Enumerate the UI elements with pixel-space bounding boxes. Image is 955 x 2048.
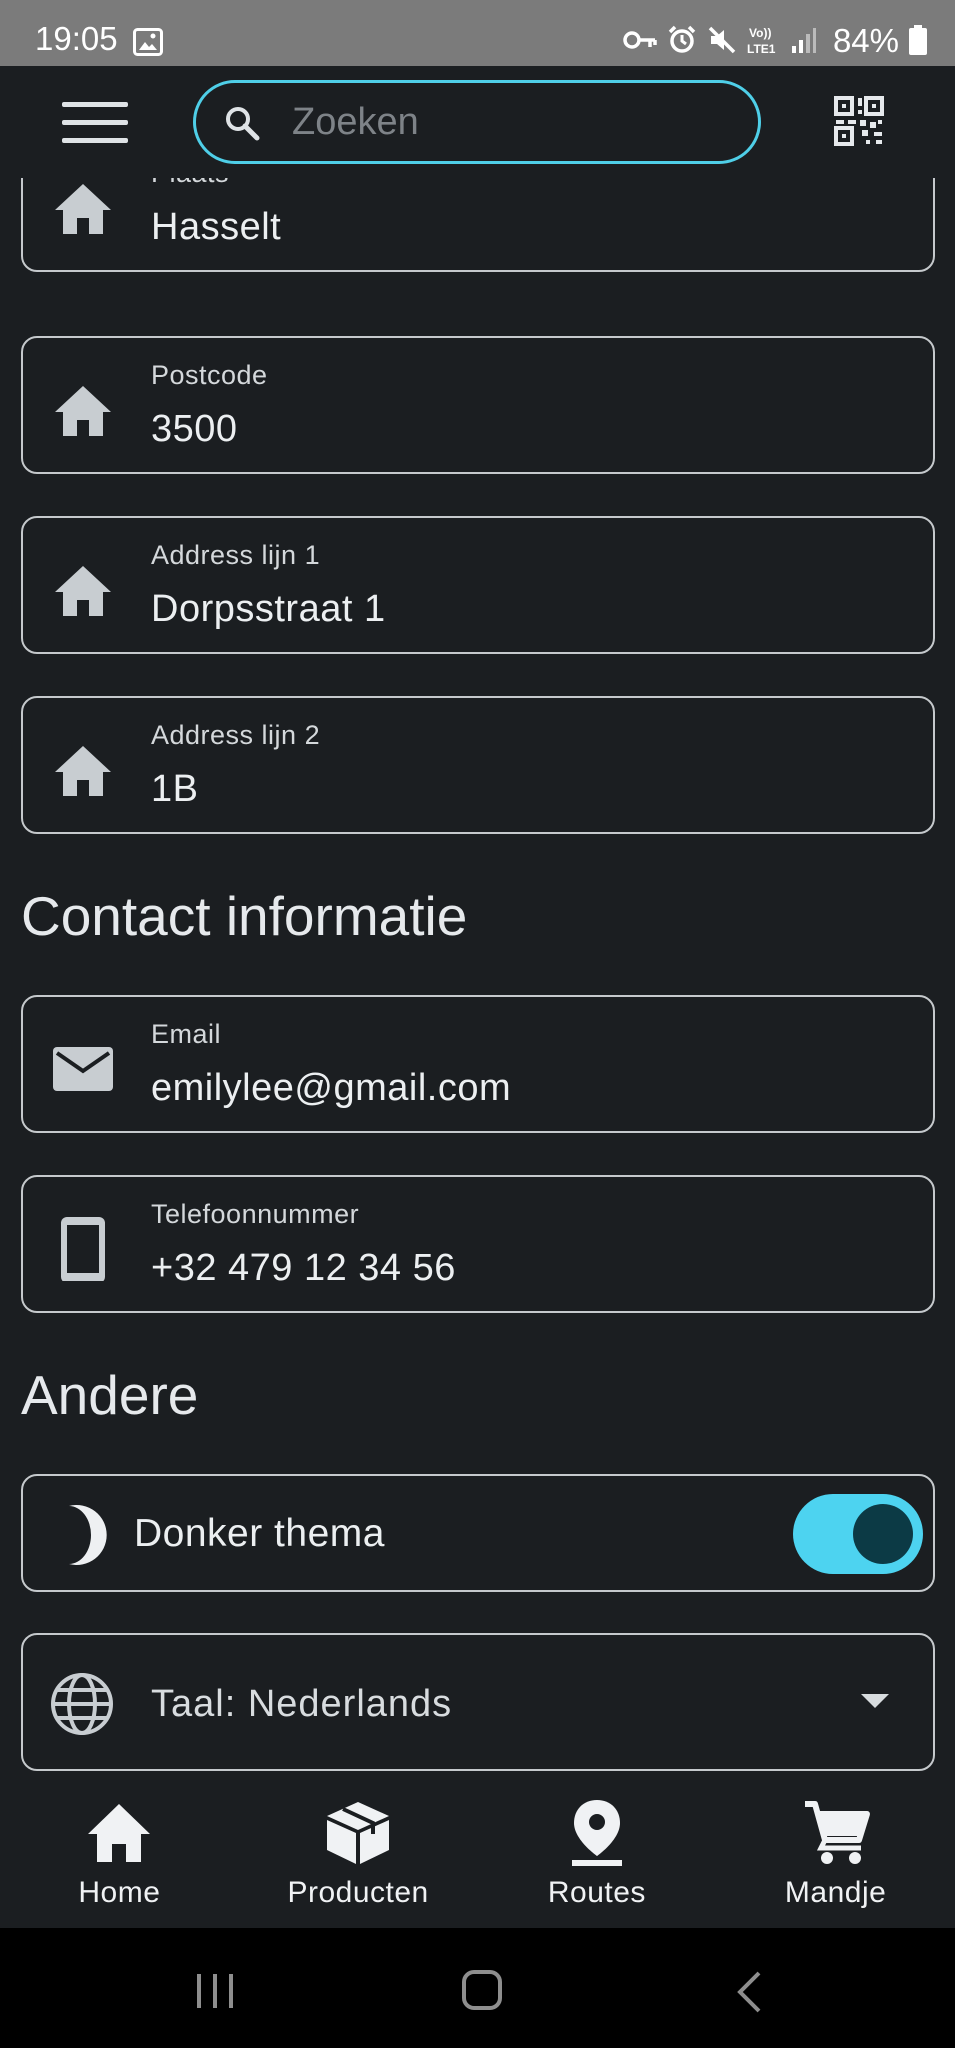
field-telefoonnummer[interactable]: Telefoonnummer +32 479 12 34 56 <box>21 1175 935 1313</box>
section-title-contact: Contact informatie <box>21 885 468 947</box>
dark-theme-setting[interactable]: Donker thema <box>21 1474 935 1592</box>
section-title-andere: Andere <box>21 1364 199 1426</box>
battery-percentage: 84% <box>832 21 899 59</box>
svg-text:Vo)): Vo)) <box>749 26 771 40</box>
back-icon[interactable] <box>735 1970 763 2014</box>
field-value: 1B <box>151 768 199 810</box>
field-label: Telefoonnummer <box>151 1199 360 1229</box>
field-value: Dorpsstraat 1 <box>151 588 386 630</box>
app-bar <box>0 66 955 178</box>
language-value: Taal: Nederlands <box>151 1683 453 1725</box>
volte-icon: Vo)) LTE1 <box>747 26 776 56</box>
field-label: Postcode <box>151 360 268 390</box>
hamburger-menu-icon[interactable] <box>60 100 130 146</box>
field-label: Plaats <box>151 178 229 189</box>
dark-theme-label: Donker thema <box>134 1512 385 1555</box>
field-value: 3500 <box>151 408 238 450</box>
svg-text:LTE1: LTE1 <box>747 42 776 56</box>
alarm-icon <box>668 25 696 53</box>
status-icons: Vo)) LTE1 84% <box>623 22 927 58</box>
system-navigation-bar <box>0 1928 955 2048</box>
field-email[interactable]: Email emilylee@gmail.com <box>21 995 935 1133</box>
home-icon <box>88 1804 151 1862</box>
field-label: Email <box>151 1019 222 1049</box>
moon-icon <box>69 1505 107 1565</box>
location-pin-icon <box>571 1800 622 1866</box>
field-value: +32 479 12 34 56 <box>151 1247 456 1289</box>
recent-apps-icon[interactable] <box>193 1972 237 2010</box>
search-bar[interactable] <box>193 80 761 164</box>
nav-label: Producten <box>287 1876 429 1909</box>
dark-theme-toggle[interactable] <box>793 1494 923 1574</box>
field-value: Hasselt <box>151 206 282 248</box>
field-label: Address lijn 1 <box>151 540 321 570</box>
field-label: Address lijn 2 <box>151 720 321 750</box>
field-address-line-2[interactable]: Address lijn 2 1B <box>21 696 935 834</box>
nav-item-home[interactable]: Home <box>0 1790 239 1928</box>
search-input[interactable] <box>292 97 732 147</box>
field-postcode[interactable]: Postcode 3500 <box>21 336 935 474</box>
nav-label: Mandje <box>784 1876 887 1909</box>
phone-icon <box>61 1217 105 1281</box>
globe-icon <box>51 1673 113 1735</box>
search-icon <box>226 107 260 141</box>
cart-icon <box>804 1801 870 1864</box>
signal-icon <box>791 28 816 53</box>
settings-content[interactable]: Plaats Hasselt Postcode 3500 Address lij… <box>0 178 955 1790</box>
battery-icon <box>909 25 927 55</box>
nav-item-routes[interactable]: Routes <box>478 1790 717 1928</box>
bottom-navigation: Home Producten Routes Mandje <box>0 1790 955 1928</box>
field-value: emilylee@gmail.com <box>151 1067 512 1109</box>
nav-item-mandje[interactable]: Mandje <box>716 1790 955 1928</box>
mute-icon <box>708 26 736 54</box>
gallery-icon <box>133 28 163 56</box>
package-icon <box>327 1802 390 1864</box>
chevron-down-icon <box>861 1694 889 1708</box>
language-select[interactable]: Taal: Nederlands <box>21 1633 935 1771</box>
home-button-icon[interactable] <box>462 1970 502 2010</box>
toggle-knob <box>853 1504 913 1564</box>
status-time: 19:05 <box>35 20 118 57</box>
nav-label: Home <box>78 1876 161 1909</box>
home-icon <box>55 184 111 234</box>
nav-label: Routes <box>547 1876 646 1909</box>
home-icon <box>55 386 111 436</box>
nav-item-producten[interactable]: Producten <box>239 1790 478 1928</box>
key-icon <box>623 31 657 49</box>
status-bar: 19:05 Vo)) LTE1 84% <box>0 0 955 66</box>
field-plaats[interactable]: Plaats Hasselt <box>21 178 935 272</box>
field-address-line-1[interactable]: Address lijn 1 Dorpsstraat 1 <box>21 516 935 654</box>
home-icon <box>55 566 111 616</box>
home-icon <box>55 746 111 796</box>
qr-scan-icon[interactable] <box>832 94 886 148</box>
email-icon <box>53 1047 113 1091</box>
